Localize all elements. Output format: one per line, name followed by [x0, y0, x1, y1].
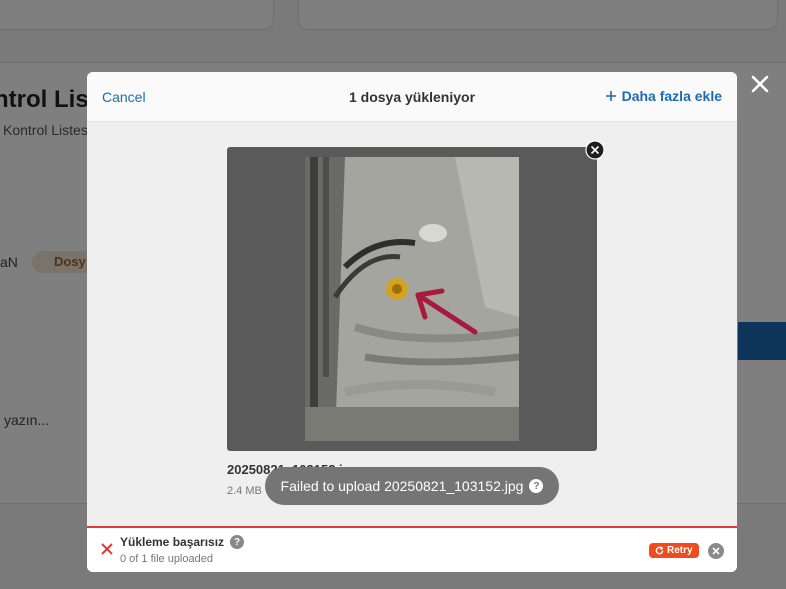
retry-button[interactable]: Retry	[649, 543, 699, 558]
upload-status-bar: Yükleme başarısız ? 0 of 1 file uploaded…	[87, 526, 737, 572]
retry-label: Retry	[667, 545, 693, 556]
status-title: Yükleme başarısız ?	[120, 535, 245, 549]
refresh-icon	[655, 546, 664, 555]
remove-file-button[interactable]	[585, 140, 605, 160]
plus-icon	[605, 91, 616, 101]
dialog-header: Cancel 1 dosya yükleniyor Daha fazla ekl…	[87, 72, 737, 122]
status-subtitle: 0 of 1 file uploaded	[120, 553, 213, 565]
dismiss-button[interactable]	[708, 543, 724, 559]
upload-dialog: Cancel 1 dosya yükleniyor Daha fazla ekl…	[87, 72, 737, 572]
file-thumbnail	[305, 157, 519, 441]
file-size: 2.4 MB	[227, 485, 262, 497]
toast-message: Failed to upload 20250821_103152.jpg	[280, 478, 524, 494]
file-preview-card	[227, 147, 597, 451]
error-icon	[101, 543, 113, 555]
close-icon[interactable]	[748, 72, 772, 96]
error-toast: Failed to upload 20250821_103152.jpg ?	[265, 467, 559, 505]
close-circle-icon	[708, 543, 724, 559]
add-more-label: Daha fazla ekle	[621, 88, 722, 104]
help-icon[interactable]: ?	[230, 535, 245, 549]
help-icon[interactable]: ?	[529, 479, 544, 493]
close-circle-icon	[585, 140, 605, 160]
add-more-button[interactable]: Daha fazla ekle	[605, 88, 722, 104]
status-title-text: Yükleme başarısız	[120, 535, 225, 549]
